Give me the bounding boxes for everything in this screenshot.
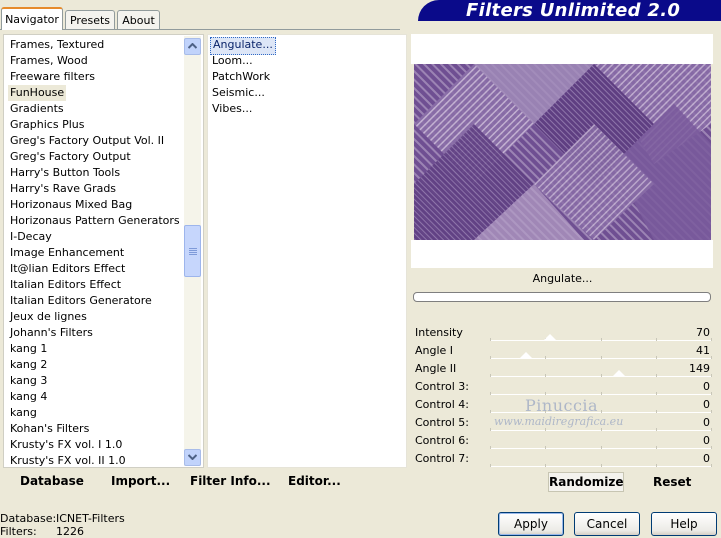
control-label: Control 7: <box>415 452 469 465</box>
category-item[interactable]: Freeware filters <box>10 69 95 85</box>
control-value: 0 <box>703 380 710 393</box>
randomize-button[interactable]: Randomize <box>548 472 624 492</box>
control-label: Control 6: <box>415 434 469 447</box>
category-item[interactable]: Image Enhancement <box>10 245 124 261</box>
category-item[interactable]: kang 3 <box>10 373 47 389</box>
control-row[interactable]: Angle I 41 <box>412 342 712 360</box>
preview-frame <box>411 34 713 64</box>
status-database-label: Database: <box>0 512 57 525</box>
category-item[interactable]: kang 4 <box>10 389 47 405</box>
preview-frame-bottom <box>411 240 713 268</box>
watermark-name: Pinuccia <box>525 396 599 415</box>
control-label: Angle II <box>415 362 457 375</box>
help-button[interactable]: Help <box>651 512 717 536</box>
filter-item[interactable]: Loom... <box>210 53 255 69</box>
control-label: Intensity <box>415 326 463 339</box>
filter-item[interactable]: Vibes... <box>210 101 254 117</box>
database-button[interactable]: Database <box>20 474 84 488</box>
control-slider[interactable] <box>490 325 712 341</box>
filter-item[interactable]: Seismic... <box>210 85 267 101</box>
control-value: 0 <box>703 452 710 465</box>
scroll-thumb[interactable] <box>184 225 201 277</box>
reset-button[interactable]: Reset <box>653 475 691 489</box>
control-row[interactable]: Angle II 149 <box>412 360 712 378</box>
control-row[interactable]: Intensity 70 <box>412 324 712 342</box>
control-slider[interactable] <box>490 361 712 377</box>
filter-preview-image <box>414 64 711 240</box>
tab-about[interactable]: About <box>117 10 160 29</box>
control-row[interactable]: Control 3: 0 <box>412 378 712 396</box>
category-item[interactable]: Johann's Filters <box>10 325 93 341</box>
chevron-up-icon <box>188 43 197 49</box>
scroll-up-button[interactable] <box>184 38 201 55</box>
category-item[interactable]: Frames, Wood <box>10 53 88 69</box>
category-item[interactable]: Italian Editors Effect <box>10 277 121 293</box>
category-item[interactable]: Gradients <box>10 101 64 117</box>
progress-bar <box>413 292 711 302</box>
category-item[interactable]: Krusty's FX vol. II 1.0 <box>10 453 126 469</box>
status-database-value: ICNET-Filters <box>56 512 125 525</box>
category-item[interactable]: Graphics Plus <box>10 117 84 133</box>
control-value: 0 <box>703 416 710 429</box>
preview-filter-name: Angulate... <box>532 272 593 285</box>
control-slider[interactable] <box>490 343 712 359</box>
category-scrollbar[interactable] <box>184 36 201 466</box>
control-slider[interactable] <box>490 379 712 395</box>
slider-thumb[interactable] <box>543 334 557 341</box>
filter-list[interactable]: Angulate... Loom... PatchWork Seismic... Vib… <box>207 34 407 468</box>
control-slider[interactable] <box>490 397 712 413</box>
tab-navigator[interactable]: Navigator <box>1 7 63 30</box>
category-item[interactable]: kang <box>10 405 37 421</box>
control-row[interactable]: Control 7: 0 <box>412 450 712 468</box>
control-value: 0 <box>703 434 710 447</box>
category-item[interactable]: Horizonaus Pattern Generators <box>10 213 180 229</box>
control-value: 0 <box>703 398 710 411</box>
category-list[interactable]: Frames, Textured Frames, Wood Freeware fil… <box>3 34 204 468</box>
control-label: Angle I <box>415 344 454 357</box>
scroll-down-button[interactable] <box>184 449 201 466</box>
control-row[interactable]: Control 6: 0 <box>412 432 712 450</box>
status-filters-value: 1226 <box>56 525 84 538</box>
filter-info-button[interactable]: Filter Info... <box>190 474 271 488</box>
slider-thumb[interactable] <box>519 352 533 359</box>
category-item[interactable]: Horizonaus Mixed Bag <box>10 197 132 213</box>
control-label: Control 4: <box>415 398 469 411</box>
category-item[interactable]: Krusty's FX vol. I 1.0 <box>10 437 122 453</box>
watermark-site: www.maidiregrafica.eu <box>494 415 624 428</box>
import-button[interactable]: Import... <box>111 474 170 488</box>
category-item[interactable]: It@lian Editors Effect <box>10 261 125 277</box>
control-slider[interactable] <box>490 451 712 467</box>
control-value: 41 <box>696 344 710 357</box>
category-item[interactable]: Greg's Factory Output Vol. II <box>10 133 164 149</box>
status-filters-label: Filters: <box>0 525 37 538</box>
apply-button[interactable]: Apply <box>498 512 564 536</box>
category-item[interactable]: Jeux de lignes <box>10 309 87 325</box>
category-item[interactable]: kang 1 <box>10 341 47 357</box>
category-item[interactable]: Kohan's Filters <box>10 421 89 437</box>
category-item[interactable]: FunHouse <box>8 85 67 101</box>
category-item[interactable]: I-Decay <box>10 229 52 245</box>
category-item[interactable]: Harry's Rave Grads <box>10 181 116 197</box>
editor-button[interactable]: Editor... <box>288 474 341 488</box>
control-value: 149 <box>689 362 710 375</box>
category-item[interactable]: Italian Editors Generatore <box>10 293 152 309</box>
category-item[interactable]: Greg's Factory Output <box>10 149 131 165</box>
chevron-down-icon <box>188 454 197 460</box>
category-item[interactable]: Frames, Textured <box>10 37 104 53</box>
category-item[interactable]: Harry's Button Tools <box>10 165 120 181</box>
category-item[interactable]: kang 2 <box>10 357 47 373</box>
filter-item[interactable]: PatchWork <box>210 69 272 85</box>
tab-presets[interactable]: Presets <box>65 10 115 29</box>
slider-thumb[interactable] <box>612 370 626 377</box>
control-slider[interactable] <box>490 433 712 449</box>
control-label: Control 3: <box>415 380 469 393</box>
control-value: 70 <box>696 326 710 339</box>
control-label: Control 5: <box>415 416 469 429</box>
cancel-button[interactable]: Cancel <box>574 512 640 536</box>
app-title: Filters Unlimited 2.0 <box>466 0 681 21</box>
